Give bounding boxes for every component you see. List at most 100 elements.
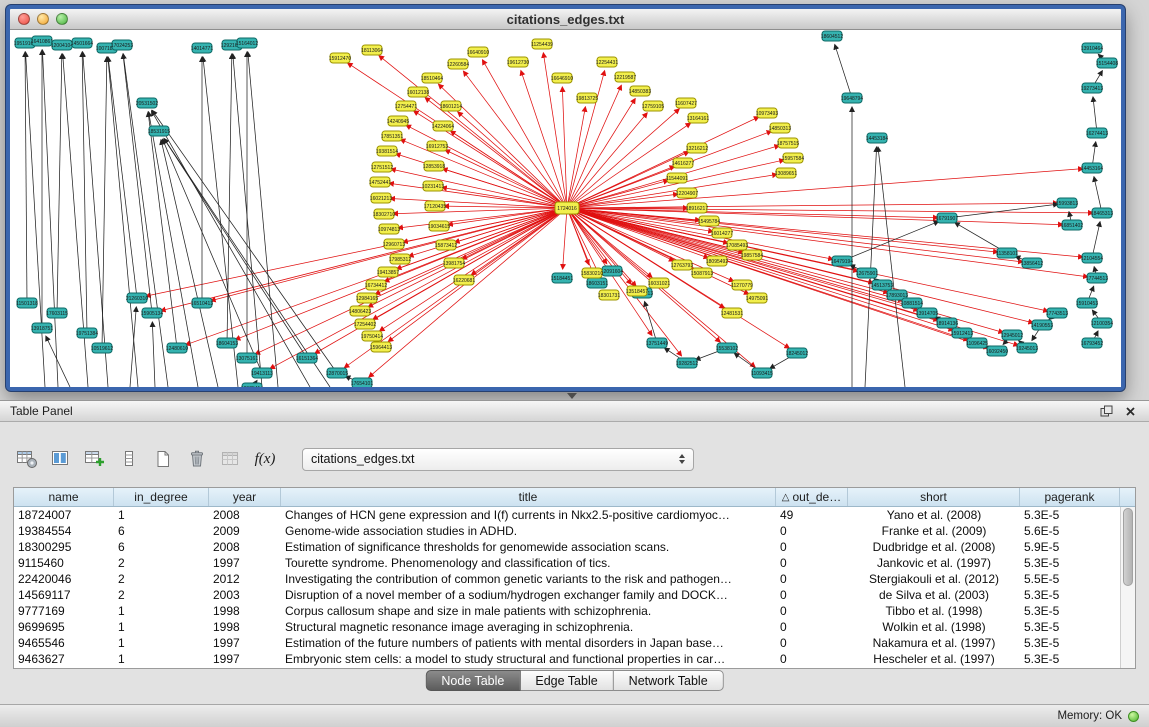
graph-edge[interactable]	[947, 204, 1058, 218]
table-row[interactable]: 911546021997Tourette syndrome. Phenomeno…	[14, 555, 1120, 571]
graph-edge[interactable]	[248, 52, 278, 387]
cell-title[interactable]: Corpus callosum shape and size in male p…	[281, 604, 776, 618]
table-row[interactable]: 946362711997Embryonic stem cells: a mode…	[14, 651, 1120, 667]
cell-name[interactable]: 9699695	[14, 620, 114, 634]
graph-edge[interactable]	[567, 208, 988, 348]
graph-edge[interactable]	[185, 208, 567, 345]
column-header-short[interactable]: short	[848, 488, 1020, 506]
graph-edge[interactable]	[130, 307, 136, 387]
graph-edge[interactable]	[835, 45, 852, 98]
show-columns-icon[interactable]	[48, 447, 74, 471]
cell-short[interactable]: Nakamura et al. (1997)	[848, 636, 1020, 650]
graph-edge[interactable]	[82, 52, 87, 333]
cell-in_degree[interactable]: 6	[114, 540, 209, 554]
graph-edge[interactable]	[233, 54, 262, 387]
cell-pagerank[interactable]: 5.3E-5	[1020, 652, 1120, 666]
graph-edge[interactable]	[270, 208, 567, 369]
graph-edge[interactable]	[567, 166, 675, 208]
cell-pagerank[interactable]: 5.5E-5	[1020, 572, 1120, 586]
graph-edge[interactable]	[567, 208, 998, 252]
cell-title[interactable]: Genome-wide association studies in ADHD.	[281, 524, 776, 538]
cell-in_degree[interactable]: 2	[114, 556, 209, 570]
cell-out_degree[interactable]: 0	[776, 540, 848, 554]
cell-in_degree[interactable]: 1	[114, 620, 209, 634]
cell-short[interactable]: Tibbo et al. (1998)	[848, 604, 1020, 618]
new-document-icon[interactable]	[150, 447, 176, 471]
delete-trash-icon[interactable]	[184, 447, 210, 471]
tab-node-table[interactable]: Node Table	[425, 670, 520, 691]
graph-edge[interactable]	[865, 147, 877, 387]
column-header-in_degree[interactable]: in_degree	[114, 488, 209, 506]
float-panel-icon[interactable]	[1097, 403, 1115, 419]
cell-pagerank[interactable]: 5.9E-5	[1020, 540, 1120, 554]
cell-in_degree[interactable]: 1	[114, 508, 209, 522]
rows-icon[interactable]	[116, 447, 142, 471]
table-row[interactable]: 969969511998Structural magnetic resonanc…	[14, 619, 1120, 635]
graph-edge[interactable]	[455, 208, 567, 242]
cell-short[interactable]: Stergiakouli et al. (2012)	[848, 572, 1020, 586]
zoom-window-button[interactable]	[56, 13, 68, 25]
cell-year[interactable]: 2003	[209, 588, 281, 602]
cell-year[interactable]: 2008	[209, 540, 281, 554]
table-row[interactable]: 1456911722003Disruption of a novel membe…	[14, 587, 1120, 603]
table-row[interactable]: 977716911998Corpus callosum shape and si…	[14, 603, 1120, 619]
splitter-grip-icon[interactable]	[567, 393, 577, 399]
cell-out_degree[interactable]: 0	[776, 556, 848, 570]
cell-name[interactable]: 22420046	[14, 572, 114, 586]
table-row[interactable]: 2242004622012Investigating the contribut…	[14, 571, 1120, 587]
cell-year[interactable]: 2009	[209, 524, 281, 538]
close-window-button[interactable]	[18, 13, 30, 25]
cell-name[interactable]: 9115460	[14, 556, 114, 570]
cell-in_degree[interactable]: 1	[114, 604, 209, 618]
cell-pagerank[interactable]: 5.3E-5	[1020, 588, 1120, 602]
graph-edge[interactable]	[567, 113, 647, 208]
table-settings-icon[interactable]	[14, 447, 40, 471]
graph-edge[interactable]	[108, 57, 137, 298]
function-builder-icon[interactable]: f(x)	[252, 447, 278, 471]
graph-edge[interactable]	[42, 50, 58, 387]
graph-edge[interactable]	[567, 109, 679, 208]
cell-name[interactable]: 9463627	[14, 652, 114, 666]
cell-short[interactable]: de Silva et al. (2003)	[848, 588, 1020, 602]
cell-year[interactable]: 1998	[209, 604, 281, 618]
graph-edge[interactable]	[379, 56, 567, 208]
column-header-pagerank[interactable]: pagerank	[1020, 488, 1120, 506]
graph-edge[interactable]	[391, 169, 567, 208]
cell-in_degree[interactable]: 2	[114, 572, 209, 586]
graph-edge[interactable]	[567, 203, 1058, 208]
graph-edge[interactable]	[255, 208, 567, 354]
network-window-titlebar[interactable]: citations_edges.txt	[10, 9, 1121, 30]
graph-edge[interactable]	[57, 54, 62, 313]
table-row[interactable]: 1872400712008Changes of HCN gene express…	[14, 507, 1120, 523]
cell-title[interactable]: Estimation of significance thresholds fo…	[281, 540, 776, 554]
cell-short[interactable]: Franke et al. (2009)	[848, 524, 1020, 538]
graph-edge[interactable]	[562, 87, 567, 208]
graph-edge[interactable]	[25, 52, 27, 303]
cell-name[interactable]: 9465546	[14, 636, 114, 650]
cell-out_degree[interactable]: 0	[776, 636, 848, 650]
cell-name[interactable]: 19384554	[14, 524, 114, 538]
scrollbar-thumb[interactable]	[1123, 508, 1133, 586]
table-row[interactable]: 946554611997Estimation of the future num…	[14, 635, 1120, 651]
tab-network-table[interactable]: Network Table	[614, 670, 724, 691]
table-row[interactable]: 1830029562008Estimation of significance …	[14, 539, 1120, 555]
cell-name[interactable]: 18300295	[14, 540, 114, 554]
tab-edge-table[interactable]: Edge Table	[520, 670, 613, 691]
column-header-name[interactable]: name	[14, 488, 114, 506]
graph-edge[interactable]	[563, 208, 567, 269]
cell-short[interactable]: Yano et al. (2008)	[848, 508, 1020, 522]
cell-out_degree[interactable]: 0	[776, 604, 848, 618]
column-header-out_degree[interactable]: △out_de…	[776, 488, 848, 506]
cell-year[interactable]: 2012	[209, 572, 281, 586]
import-table-icon[interactable]	[218, 447, 244, 471]
cell-year[interactable]: 1997	[209, 556, 281, 570]
graph-edge[interactable]	[211, 208, 567, 301]
column-header-year[interactable]: year	[209, 488, 281, 506]
cell-year[interactable]: 2008	[209, 508, 281, 522]
graph-edge[interactable]	[152, 322, 155, 387]
cell-title[interactable]: Investigating the contribution of common…	[281, 572, 776, 586]
cell-pagerank[interactable]: 5.6E-5	[1020, 524, 1120, 538]
graph-edge[interactable]	[102, 57, 107, 348]
cell-short[interactable]: Hescheler et al. (1997)	[848, 652, 1020, 666]
table-vertical-scrollbar[interactable]	[1120, 507, 1135, 668]
